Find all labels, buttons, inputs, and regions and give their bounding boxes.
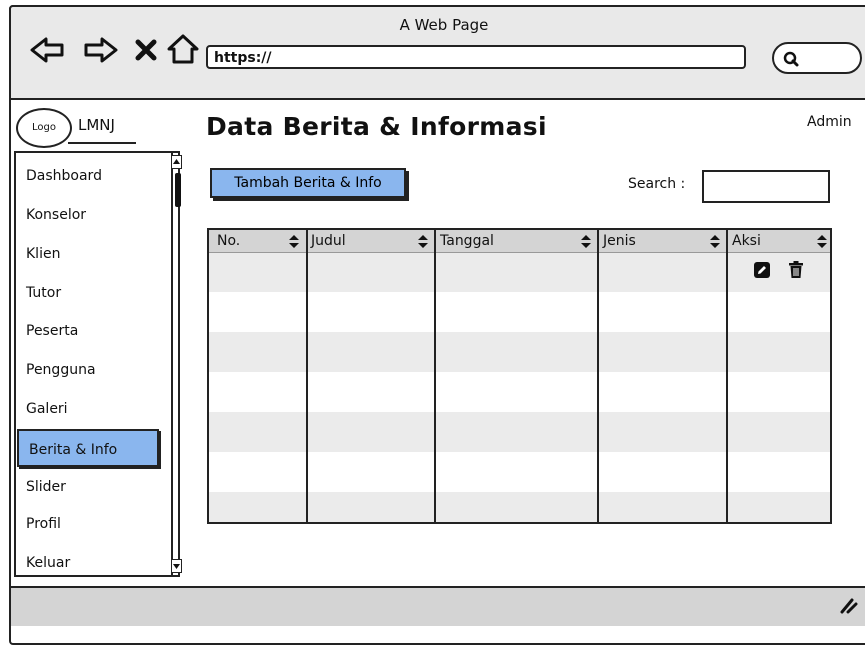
search-input[interactable]: [702, 170, 830, 203]
browser-search-field[interactable]: [772, 42, 862, 74]
table-row: [209, 452, 830, 492]
sidebar-item-dashboard[interactable]: Dashboard: [16, 157, 156, 195]
sidebar-menu: Dashboard Konselor Klien Tutor Peserta P…: [14, 151, 182, 577]
scroll-thumb[interactable]: [175, 173, 181, 207]
user-label[interactable]: Admin: [807, 114, 852, 130]
search-label: Search :: [628, 176, 686, 192]
sidebar-item-pengguna[interactable]: Pengguna: [16, 351, 156, 389]
sidebar-item-konselor[interactable]: Konselor: [16, 196, 156, 234]
sidebar-scrollbar[interactable]: [171, 153, 182, 575]
edit-icon[interactable]: [754, 262, 770, 278]
table-row: [209, 252, 830, 292]
column-divider: [597, 230, 599, 522]
sort-icon[interactable]: [580, 235, 592, 248]
sidebar-item-berita-info[interactable]: Berita & Info: [17, 429, 159, 467]
sidebar-item-slider[interactable]: Slider: [16, 468, 156, 506]
table-row: [209, 412, 830, 452]
browser-statusbar: [9, 586, 865, 626]
resize-handle-icon[interactable]: [838, 596, 858, 614]
home-icon[interactable]: [166, 34, 200, 64]
column-header-aksi[interactable]: Aksi: [729, 230, 761, 252]
table-row: [209, 292, 830, 332]
sort-icon[interactable]: [288, 235, 300, 248]
logo: Logo: [16, 108, 72, 148]
sidebar-item-peserta[interactable]: Peserta: [16, 312, 156, 350]
trash-icon[interactable]: [788, 261, 804, 279]
column-header-judul[interactable]: Judul: [308, 230, 346, 252]
table-row: [209, 372, 830, 412]
page-title: Data Berita & Informasi: [206, 112, 547, 141]
table-row: [209, 492, 830, 522]
scroll-down-icon[interactable]: [171, 559, 182, 573]
add-news-button[interactable]: Tambah Berita & Info: [210, 168, 406, 198]
sidebar-item-keluar[interactable]: Keluar: [16, 544, 156, 582]
column-header-tanggal[interactable]: Tanggal: [437, 230, 494, 252]
column-header-no[interactable]: No.: [214, 230, 240, 252]
news-table: No. Judul Tanggal Jenis Aksi: [207, 228, 832, 524]
column-divider: [306, 230, 308, 522]
sidebar-item-galeri[interactable]: Galeri: [16, 390, 156, 428]
sidebar-item-klien[interactable]: Klien: [16, 235, 156, 273]
sort-icon[interactable]: [709, 235, 721, 248]
forward-arrow-icon[interactable]: [82, 36, 118, 64]
sidebar-item-profil[interactable]: Profil: [16, 505, 156, 543]
search-icon: [783, 51, 799, 67]
window-title: A Web Page: [399, 16, 489, 34]
back-arrow-icon[interactable]: [30, 36, 66, 64]
sort-icon[interactable]: [816, 235, 828, 248]
scroll-up-icon[interactable]: [171, 155, 182, 169]
brand-name: LMNJ: [78, 116, 115, 134]
column-divider: [434, 230, 436, 522]
close-x-icon[interactable]: [134, 38, 158, 62]
sidebar-item-tutor[interactable]: Tutor: [16, 274, 156, 312]
table-row: [209, 332, 830, 372]
sort-icon[interactable]: [417, 235, 429, 248]
column-header-jenis[interactable]: Jenis: [600, 230, 636, 252]
brand-underline: [68, 142, 136, 144]
column-divider: [726, 230, 728, 522]
url-field[interactable]: https://: [206, 45, 746, 69]
